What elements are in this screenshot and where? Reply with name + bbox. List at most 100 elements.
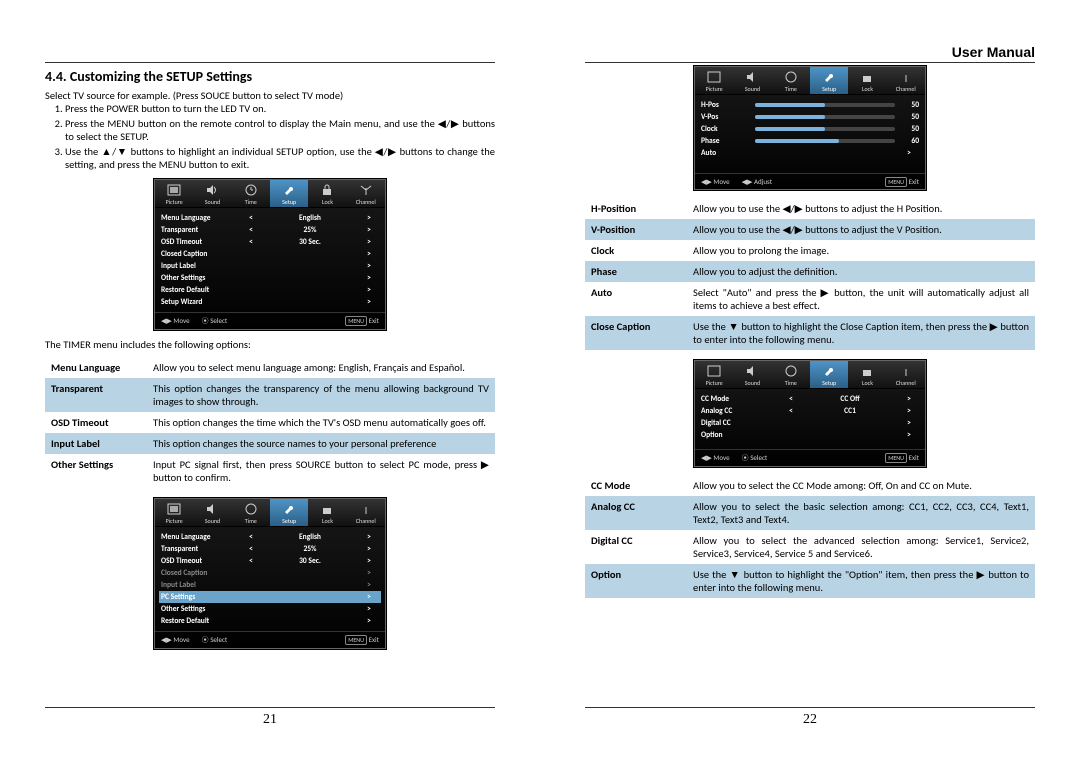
osd-foot-move: ◀▶ Move xyxy=(701,453,730,463)
section-heading: 4.4. Customizing the SETUP Settings xyxy=(45,68,495,85)
osd-tabs: Picture Sound Time Setup Lock Channel xyxy=(155,499,385,527)
sound-icon xyxy=(733,363,771,379)
osd-slider-fill xyxy=(755,103,825,107)
definition-term: Digital CC xyxy=(585,530,687,564)
osd-row-label: Transparent xyxy=(161,545,241,554)
osd-row: Closed Caption> xyxy=(161,248,379,260)
osd-slider-row: V-Pos 50 xyxy=(701,111,919,123)
osd-foot-move: ◀▶ Move xyxy=(701,177,730,186)
lock-icon xyxy=(848,363,886,379)
osd-tab-label: Channel xyxy=(896,379,916,387)
osd-tab-label: Setup xyxy=(282,198,296,206)
osd-row-label: Option xyxy=(701,431,781,440)
definition-description: This option changes the source names to … xyxy=(147,433,495,454)
osd-row: Closed Caption> xyxy=(161,567,379,579)
definition-term: Option xyxy=(585,564,687,598)
page-21: 4.4. Customizing the SETUP Settings Sele… xyxy=(0,0,540,763)
lock-icon xyxy=(308,501,346,517)
osd-tabs: Picture Sound Time Setup Lock Channel xyxy=(155,180,385,208)
osd-row: Menu Language<English> xyxy=(161,531,379,543)
osd-foot-exit: MENU Exit xyxy=(345,635,379,645)
osd-row-label: Menu Language xyxy=(161,214,241,223)
osd-tab-label: Sound xyxy=(205,198,220,206)
lock-icon xyxy=(308,182,346,198)
osd-footer: ◀▶ Move ⦿ Select MENU Exit xyxy=(155,631,385,648)
chevron-right-icon: > xyxy=(359,533,379,542)
intro-text: Select TV source for example. (Press SOU… xyxy=(45,89,495,102)
chevron-right-icon: > xyxy=(359,557,379,566)
sound-icon xyxy=(733,69,771,85)
osd-screenshot-pc-adjust: Picture Sound Time Setup Lock Channel H-… xyxy=(694,66,926,190)
osd-tab-label: Time xyxy=(785,379,797,387)
osd-tab-lock: Lock xyxy=(848,67,886,94)
definition-description: Allow you to use the ◀/▶ buttons to adju… xyxy=(687,219,1035,240)
osd-tab-picture: Picture xyxy=(155,499,193,526)
definition-term: Input Label xyxy=(45,433,147,454)
osd-row-value: 25% xyxy=(261,545,359,554)
chevron-left-icon: < xyxy=(241,557,261,566)
definition-description: Allow you to prolong the image. xyxy=(687,240,1035,261)
chevron-right-icon: > xyxy=(359,545,379,554)
picture-icon xyxy=(155,182,193,198)
osd-tab-sound: Sound xyxy=(733,361,771,388)
page-spread: 4.4. Customizing the SETUP Settings Sele… xyxy=(0,0,1080,763)
chevron-left-icon: < xyxy=(241,533,261,542)
osd-tab-label: Lock xyxy=(322,198,333,206)
osd-foot-exit: MENU Exit xyxy=(345,316,379,326)
osd-slider-track xyxy=(755,115,895,119)
antenna-icon xyxy=(347,501,385,517)
definition-description: This option changes the time which the T… xyxy=(147,412,495,433)
rule-top xyxy=(45,62,495,63)
osd-row-label: Transparent xyxy=(161,226,241,235)
osd-row: Restore Default> xyxy=(161,615,379,627)
osd-row-label: Analog CC xyxy=(701,407,781,416)
wrench-icon xyxy=(270,182,308,198)
antenna-icon xyxy=(347,182,385,198)
osd-row-label: Other Settings xyxy=(161,274,241,283)
osd-foot-exit: MENU Exit xyxy=(885,177,919,186)
osd-row: OSD Timeout<30 Sec.> xyxy=(161,555,379,567)
antenna-icon xyxy=(887,363,925,379)
chevron-right-icon: > xyxy=(359,298,379,307)
definition-row: AutoSelect "Auto" and press the ▶ button… xyxy=(585,282,1035,316)
definition-description: Use the ▼ button to highlight the "Optio… xyxy=(687,564,1035,598)
definition-row: ClockAllow you to prolong the image. xyxy=(585,240,1035,261)
step-item: Use the ▲/▼ buttons to highlight an indi… xyxy=(65,145,495,171)
osd-slider-value: 50 xyxy=(899,113,919,122)
osd-row-label: Restore Default xyxy=(161,286,241,295)
osd-row: Transparent<25%> xyxy=(161,224,379,236)
definition-row: Input LabelThis option changes the sourc… xyxy=(45,433,495,454)
page-number: 21 xyxy=(0,712,540,728)
osd-slider-label: Clock xyxy=(701,125,751,134)
picture-icon xyxy=(155,501,193,517)
definition-term: Other Settings xyxy=(45,454,147,488)
osd-row-value: English xyxy=(261,533,359,542)
step-item: Press the MENU button on the remote cont… xyxy=(65,117,495,143)
osd-tab-setup: Setup xyxy=(270,499,308,526)
osd-row: Other Settings> xyxy=(161,272,379,284)
rule-bottom xyxy=(585,707,1035,708)
osd-tab-channel: Channel xyxy=(347,180,385,207)
osd-tab-label: Setup xyxy=(282,517,296,525)
osd-row: Auto> xyxy=(701,147,919,159)
osd-tab-label: Time xyxy=(785,85,797,93)
osd-tab-setup: Setup xyxy=(810,67,848,94)
osd-row-label: Menu Language xyxy=(161,533,241,542)
definition-row: H-PositionAllow you to use the ◀/▶ butto… xyxy=(585,198,1035,219)
sound-icon xyxy=(193,182,231,198)
osd-tab-sound: Sound xyxy=(193,499,231,526)
definitions-table-right-bottom: CC ModeAllow you to select the CC Mode a… xyxy=(585,475,1035,598)
definition-term: Menu Language xyxy=(45,357,147,378)
osd-row-label: Input Label xyxy=(161,581,241,590)
osd-body: Menu Language<English>Transparent<25%>OS… xyxy=(155,208,385,312)
osd-slider-label: H-Pos xyxy=(701,101,751,110)
osd-foot-move: ◀▶ Move xyxy=(161,316,190,326)
osd-body: H-Pos50V-Pos50Clock50Phase60Auto> xyxy=(695,95,925,173)
osd-row-label: OSD Timeout xyxy=(161,238,241,247)
osd-row: Digital CC> xyxy=(701,417,919,429)
osd-tab-setup: Setup xyxy=(270,180,308,207)
definition-description: Allow you to select menu language among:… xyxy=(147,357,495,378)
osd-tab-lock: Lock xyxy=(308,499,346,526)
definition-description: This option changes the transparency of … xyxy=(147,378,495,412)
osd-slider-label: V-Pos xyxy=(701,113,751,122)
